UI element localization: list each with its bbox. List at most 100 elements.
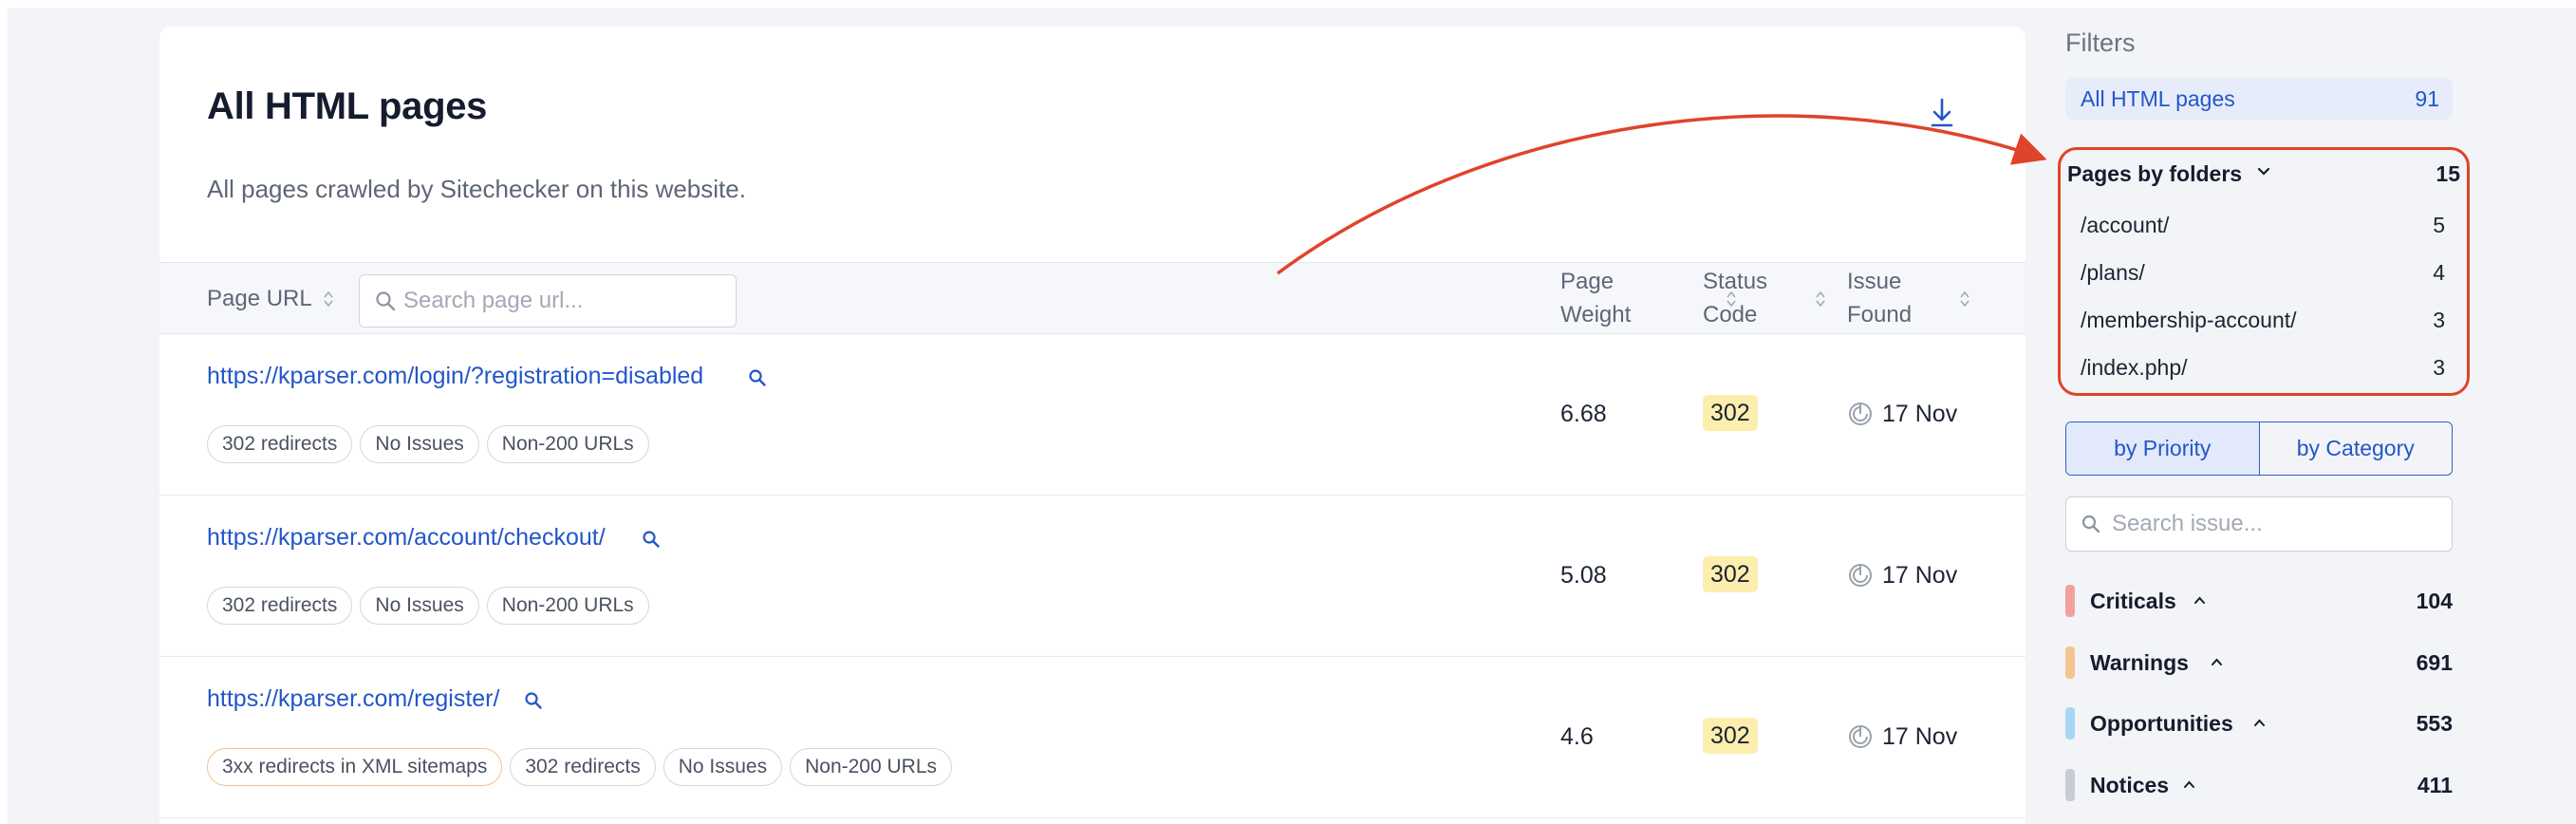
folder-count: 3	[2433, 308, 2445, 332]
header-page-weight-line1: Page	[1560, 269, 1615, 294]
tag[interactable]: 302 redirects	[207, 425, 353, 463]
folder-item[interactable]: /plans/ 4	[2065, 254, 2456, 292]
header-issue-found-line1: Issue	[1847, 269, 1902, 294]
issue-tags: 302 redirects No Issues Non-200 URLs	[207, 587, 649, 625]
tag[interactable]: No Issues	[663, 748, 783, 786]
issue-found-date: 17 Nov	[1882, 401, 1958, 427]
search-icon[interactable]	[642, 530, 661, 549]
priority-count: 553	[2416, 711, 2453, 736]
priority-warnings[interactable]: Warnings 691	[2065, 645, 2453, 683]
filter-count: 91	[2415, 86, 2439, 111]
folder-count: 4	[2433, 260, 2445, 285]
chevron-up-icon[interactable]	[2183, 780, 2195, 789]
tag[interactable]: 302 redirects	[207, 587, 353, 625]
header-page-weight-line2: Weight	[1560, 302, 1632, 328]
header-status-code-line1: Status	[1703, 269, 1768, 294]
issue-found-date: 17 Nov	[1882, 723, 1958, 750]
filter-all-html-pages[interactable]: All HTML pages 91	[2065, 78, 2453, 120]
page-subtitle: All pages crawled by Sitechecker on this…	[207, 175, 746, 203]
radar-icon	[1849, 403, 1872, 425]
group-by-toggle: by Priority by Category	[2065, 421, 2453, 476]
download-icon	[1931, 98, 1953, 127]
row-url-link[interactable]: https://kparser.com/register/	[207, 685, 499, 713]
priority-label: Opportunities	[2090, 711, 2233, 736]
tag[interactable]: 3xx redirects in XML sitemaps	[207, 748, 503, 786]
pages-card: All HTML pages All pages crawled by Site…	[159, 27, 2025, 824]
priority-color-bar	[2065, 769, 2075, 801]
issue-found-date: 17 Nov	[1882, 562, 1958, 589]
header-status-code-line2: Code	[1703, 302, 1758, 328]
search-icon[interactable]	[524, 691, 543, 710]
search-icon	[376, 291, 396, 311]
header-page-url[interactable]: Page URL	[207, 282, 312, 315]
page-weight-value: 5.08	[1560, 562, 1607, 589]
priority-criticals[interactable]: Criticals 104	[2065, 583, 2453, 621]
folder-label: /index.php/	[2081, 355, 2188, 380]
table-row: https://kparser.com/account/checkout/ 30…	[159, 496, 2025, 657]
sort-icon[interactable]	[1815, 290, 1826, 309]
tag[interactable]: Non-200 URLs	[486, 587, 649, 625]
chevron-up-icon[interactable]	[2211, 658, 2223, 666]
search-icon[interactable]	[748, 368, 767, 387]
tag[interactable]: Non-200 URLs	[486, 425, 649, 463]
status-badge: 302	[1703, 395, 1758, 431]
folder-item[interactable]: /index.php/ 3	[2065, 349, 2456, 387]
priority-color-bar	[2065, 646, 2075, 679]
folders-toggle[interactable]: Pages by folders	[2067, 161, 2242, 187]
page-weight-value: 6.68	[1560, 401, 1607, 427]
table-row: https://kparser.com/register/ 3xx redire…	[159, 657, 2025, 818]
folder-label: /membership-account/	[2081, 308, 2297, 332]
chevron-down-icon[interactable]	[2257, 167, 2270, 177]
page-title: All HTML pages	[207, 85, 488, 127]
page-url-search-input[interactable]	[403, 275, 726, 326]
tag[interactable]: No Issues	[360, 425, 479, 463]
priority-color-bar	[2065, 707, 2075, 740]
filter-label: All HTML pages	[2081, 86, 2235, 111]
folder-item[interactable]: /account/ 5	[2065, 207, 2456, 245]
row-url-link[interactable]: https://kparser.com/account/checkout/	[207, 524, 606, 552]
priority-count: 691	[2416, 650, 2453, 675]
sort-icon[interactable]	[323, 290, 334, 309]
priority-notices[interactable]: Notices 411	[2065, 767, 2453, 805]
header-issue-found-line2: Found	[1847, 302, 1913, 328]
priority-label: Warnings	[2090, 650, 2189, 675]
issue-search-box[interactable]	[2065, 496, 2453, 552]
folder-item[interactable]: /membership-account/ 3	[2065, 302, 2456, 340]
priority-count: 411	[2417, 773, 2453, 797]
table-row: https://kparser.com/login/?registration=…	[159, 334, 2025, 496]
tag[interactable]: Non-200 URLs	[790, 748, 953, 786]
folder-count: 3	[2433, 355, 2445, 380]
status-badge: 302	[1703, 718, 1758, 754]
folders-count: 15	[2436, 161, 2460, 186]
folder-label: /plans/	[2081, 260, 2145, 285]
priority-label: Notices	[2090, 773, 2170, 797]
tab-by-category[interactable]: by Category	[2260, 422, 2453, 475]
folder-count: 5	[2433, 213, 2445, 237]
filters-title: Filters	[2065, 28, 2136, 57]
radar-icon	[1849, 564, 1872, 587]
priority-opportunities[interactable]: Opportunities 553	[2065, 705, 2453, 743]
priority-color-bar	[2065, 585, 2075, 617]
sort-icon[interactable]	[1959, 290, 1970, 309]
page-url-search-box[interactable]	[359, 274, 737, 328]
tab-by-priority[interactable]: by Priority	[2066, 422, 2260, 475]
issue-tags: 3xx redirects in XML sitemaps 302 redire…	[207, 748, 953, 786]
issue-search-input[interactable]	[2112, 497, 2444, 550]
radar-icon	[1849, 725, 1872, 748]
priority-label: Criticals	[2090, 589, 2176, 613]
window-left-edge	[0, 0, 8, 824]
tag[interactable]: No Issues	[360, 587, 479, 625]
priority-count: 104	[2416, 589, 2453, 613]
row-url-link[interactable]: https://kparser.com/login/?registration=…	[207, 363, 703, 390]
page-weight-value: 4.6	[1560, 723, 1594, 750]
issue-tags: 302 redirects No Issues Non-200 URLs	[207, 425, 649, 463]
folder-label: /account/	[2081, 213, 2170, 237]
window-top-edge	[0, 0, 2576, 8]
chevron-up-icon[interactable]	[2193, 596, 2206, 605]
search-icon	[2081, 515, 2100, 534]
download-button[interactable]	[1927, 95, 1957, 131]
table-header: Page URL Page Weight Status Code	[159, 262, 2025, 334]
status-badge: 302	[1703, 556, 1758, 592]
chevron-up-icon[interactable]	[2253, 719, 2266, 727]
tag[interactable]: 302 redirects	[510, 748, 656, 786]
